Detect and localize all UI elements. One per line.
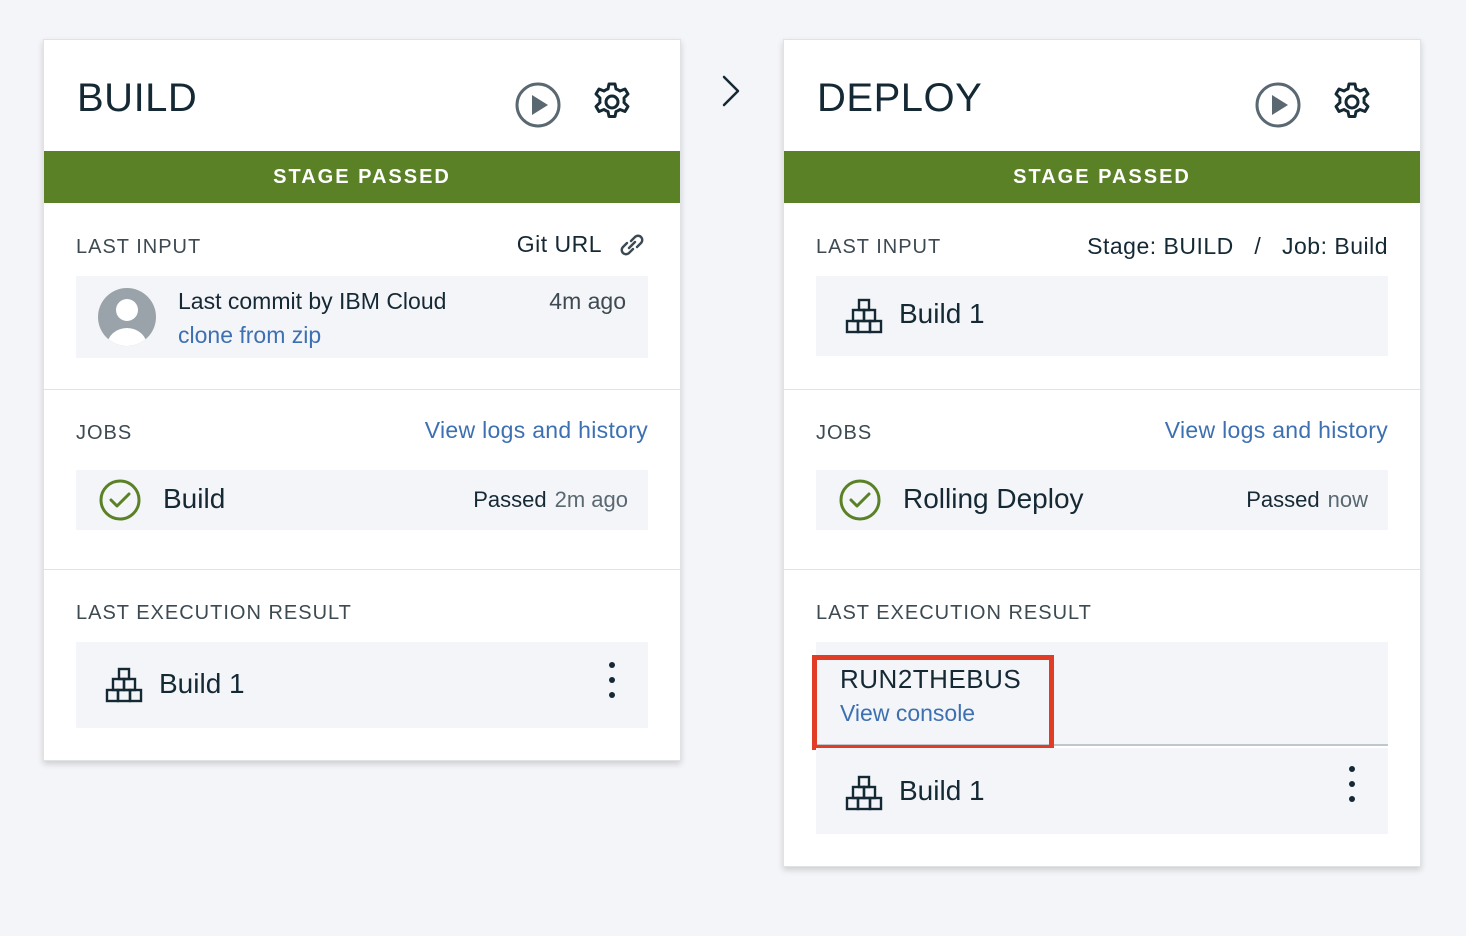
- build-result-row[interactable]: Build 1: [816, 748, 1388, 834]
- job-status: Passed now: [1246, 487, 1368, 513]
- chevron-right-icon: [722, 75, 740, 107]
- job-status: Passed 2m ago: [473, 487, 628, 513]
- job-name: Build: [163, 483, 226, 514]
- play-icon[interactable]: [514, 81, 562, 129]
- commit-time: 4m ago: [549, 288, 626, 314]
- stage-status-bar: STAGE PASSED: [44, 151, 680, 203]
- stage-title: DEPLOY: [817, 76, 983, 120]
- job-row[interactable]: Build Passed 2m ago: [76, 470, 648, 530]
- view-console-link[interactable]: View console: [840, 700, 975, 727]
- input-source-text[interactable]: Stage: BUILD / Job: Build: [1087, 233, 1388, 260]
- checkmark-circle-icon: [839, 479, 881, 521]
- commit-tile: Last commit by IBM Cloud clone from zip …: [76, 276, 648, 358]
- play-icon[interactable]: [1254, 81, 1302, 129]
- build-name: Build 1: [159, 668, 245, 699]
- build-name: Build 1: [899, 298, 985, 329]
- gear-icon[interactable]: [588, 78, 636, 126]
- job-status-text: Passed: [473, 487, 547, 512]
- stage-header: BUILD: [44, 40, 680, 151]
- view-logs-link[interactable]: View logs and history: [425, 417, 648, 444]
- commit-title: Last commit by IBM Cloud: [178, 288, 447, 314]
- stage-header: DEPLOY: [784, 40, 1420, 151]
- last-execution-section: LAST EXECUTION RESULT Build 1: [44, 570, 680, 760]
- jobs-section: JOBS View logs and history Rolling Deplo…: [784, 390, 1420, 570]
- section-label: LAST INPUT: [76, 236, 202, 258]
- checkmark-circle-icon: [99, 479, 141, 521]
- git-url-label: Git URL: [516, 231, 602, 257]
- build-blocks-icon: [845, 775, 883, 811]
- kebab-menu-icon[interactable]: [602, 660, 622, 704]
- view-logs-link[interactable]: View logs and history: [1165, 417, 1388, 444]
- section-label: LAST EXECUTION RESULT: [816, 602, 1092, 624]
- last-input-section: LAST INPUT Stage: BUILD / Job: Build Bui…: [784, 203, 1420, 390]
- build-result-row[interactable]: Build 1: [76, 642, 648, 728]
- gear-icon[interactable]: [1328, 78, 1376, 126]
- job-name: Rolling Deploy: [903, 483, 1084, 514]
- job-row[interactable]: Rolling Deploy Passed now: [816, 470, 1388, 530]
- build-blocks-icon: [845, 298, 883, 334]
- jobs-section: JOBS View logs and history Build Passed 2…: [44, 390, 680, 570]
- section-label: LAST INPUT: [816, 236, 942, 258]
- section-label: LAST EXECUTION RESULT: [76, 602, 352, 624]
- deploy-stage-card: DEPLOY STAGE PASSED LAST INPUT Stage: BU…: [783, 39, 1421, 867]
- job-time: 2m ago: [554, 487, 628, 512]
- git-url-link[interactable]: Git URL: [517, 231, 648, 258]
- avatar-icon: [98, 288, 156, 346]
- build-stage-card: BUILD STAGE PASSED LAST INPUT Git URL La…: [43, 39, 681, 761]
- commit-message-link[interactable]: clone from zip: [178, 322, 321, 349]
- job-status-text: Passed: [1246, 487, 1320, 512]
- last-input-section: LAST INPUT Git URL Last commit by IBM Cl…: [44, 203, 680, 390]
- kebab-menu-icon[interactable]: [1342, 764, 1362, 808]
- app-name: RUN2THEBUS: [840, 664, 1022, 694]
- section-label: JOBS: [76, 422, 133, 444]
- build-blocks-icon: [105, 667, 143, 703]
- stage-title: BUILD: [77, 76, 198, 120]
- stage-status-bar: STAGE PASSED: [784, 151, 1420, 203]
- build-name: Build 1: [899, 775, 985, 806]
- section-label: JOBS: [816, 422, 873, 444]
- job-time: now: [1327, 487, 1368, 512]
- link-icon: [620, 234, 644, 255]
- input-build-tile[interactable]: Build 1: [816, 276, 1388, 356]
